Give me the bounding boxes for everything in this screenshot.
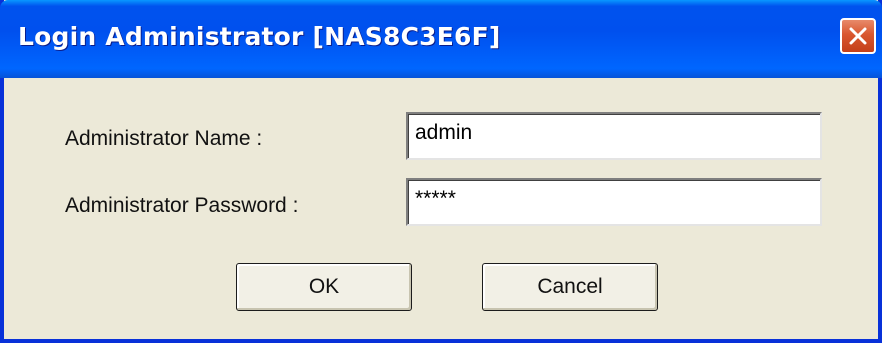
close-button[interactable] xyxy=(840,18,876,54)
title-bar[interactable]: Login Administrator [NAS8C3E6F] xyxy=(0,0,882,78)
cancel-button[interactable]: Cancel xyxy=(482,263,658,311)
administrator-name-label: Administrator Name : xyxy=(65,127,263,150)
login-dialog: Login Administrator [NAS8C3E6F] Administ… xyxy=(0,0,882,343)
window-title: Login Administrator [NAS8C3E6F] xyxy=(18,22,501,51)
administrator-password-input[interactable]: ***** xyxy=(406,178,822,226)
administrator-name-input[interactable]: admin xyxy=(406,112,822,160)
close-icon xyxy=(849,27,867,45)
administrator-password-label: Administrator Password : xyxy=(65,194,299,217)
ok-button[interactable]: OK xyxy=(236,263,412,311)
